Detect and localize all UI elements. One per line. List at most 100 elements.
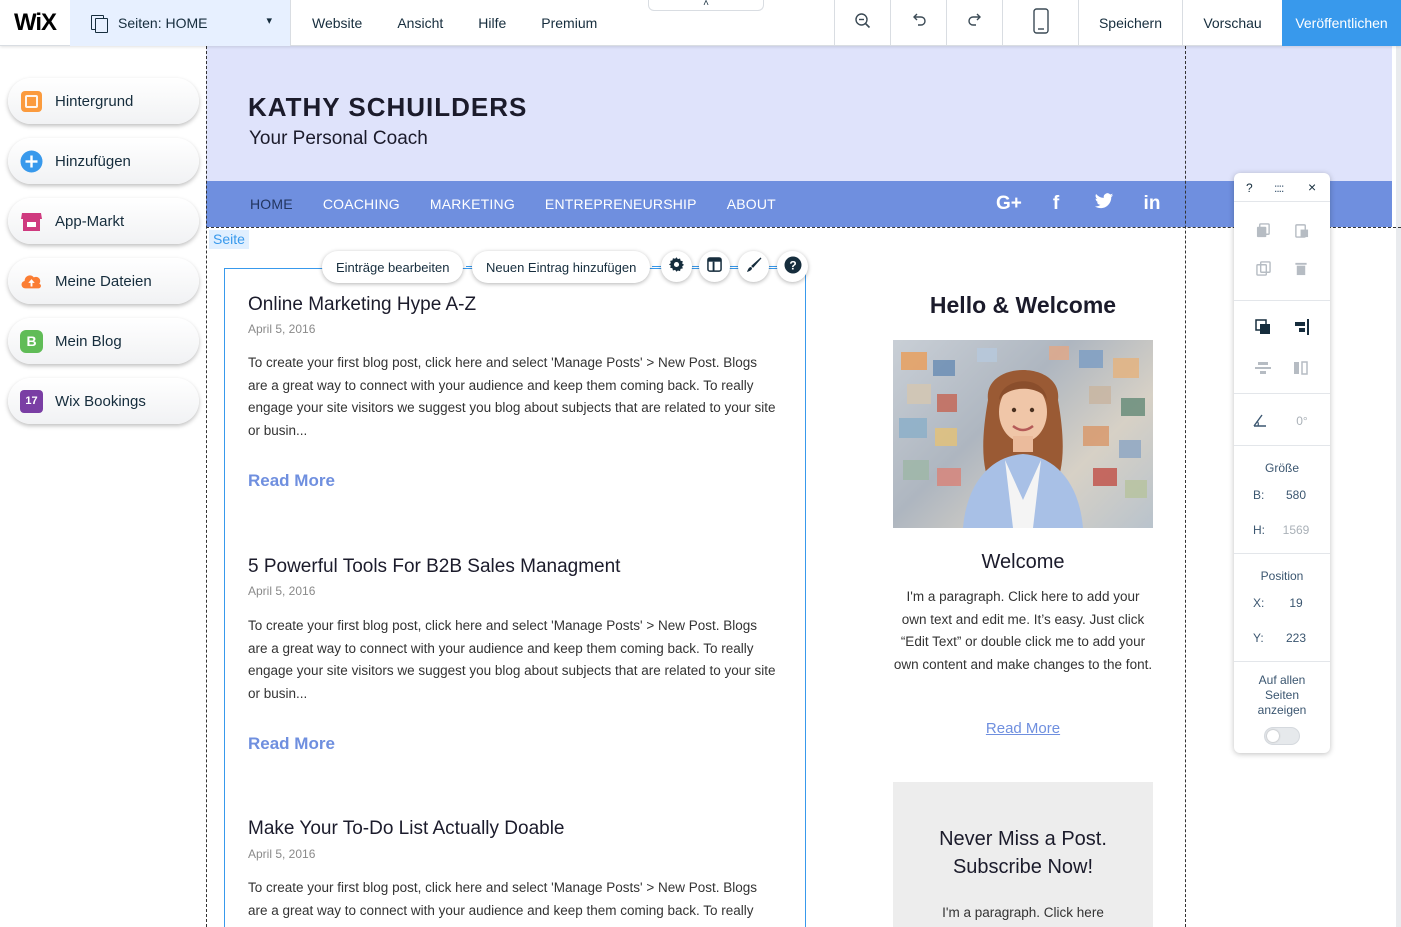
mobile-view-button[interactable] xyxy=(1002,0,1078,46)
zoom-out-icon xyxy=(854,12,872,35)
menu-premium[interactable]: Premium xyxy=(541,15,597,31)
my-files-label: Meine Dateien xyxy=(55,272,152,290)
wix-bookings-label: Wix Bookings xyxy=(55,392,146,410)
post-date: April 5, 2016 xyxy=(248,847,316,861)
help-button[interactable]: ? xyxy=(777,251,808,282)
welcome-subheading[interactable]: Welcome xyxy=(893,551,1153,574)
show-on-all-pages-line-2: Seiten xyxy=(1264,688,1300,702)
show-on-all-pages-line-3: anzeigen xyxy=(1257,703,1307,717)
paste-icon[interactable] xyxy=(1293,223,1309,239)
my-files-button[interactable]: Meine Dateien xyxy=(8,258,199,304)
preview-button[interactable]: Vorschau xyxy=(1182,0,1282,46)
zoom-out-button[interactable] xyxy=(834,0,890,46)
layout-button[interactable] xyxy=(699,251,730,282)
rotation-value[interactable]: 0° xyxy=(1285,414,1319,428)
pages-icon xyxy=(90,14,108,33)
arrange-icon[interactable] xyxy=(1255,319,1271,335)
menu-ansicht[interactable]: Ansicht xyxy=(397,15,443,31)
post-title[interactable]: 5 Powerful Tools For B2B Sales Managment xyxy=(248,556,620,578)
google-plus-icon[interactable]: G+ xyxy=(996,193,1022,215)
add-entry-button[interactable]: Neuen Eintrag hinzufügen xyxy=(472,251,651,283)
social-bar: G+ f in xyxy=(996,181,1188,227)
facebook-icon[interactable]: f xyxy=(1044,193,1068,215)
distribute-icon[interactable] xyxy=(1255,360,1271,376)
nav-coaching[interactable]: COACHING xyxy=(323,196,400,212)
post-title[interactable]: Make Your To-Do List Actually Doable xyxy=(248,818,565,840)
mobile-phone-icon xyxy=(1032,7,1049,39)
app-market-button[interactable]: App-Markt xyxy=(8,198,199,244)
store-icon xyxy=(20,210,43,233)
x-key: X: xyxy=(1253,596,1265,610)
twitter-icon[interactable] xyxy=(1092,192,1116,216)
nav-home[interactable]: HOME xyxy=(250,196,293,212)
design-button[interactable] xyxy=(738,251,769,282)
divider xyxy=(1234,300,1330,301)
site-title[interactable]: KATHY SCHUILDERS xyxy=(248,92,527,123)
duplicate-icon[interactable] xyxy=(1255,261,1271,277)
width-input[interactable]: 580 xyxy=(1279,488,1313,502)
edit-entries-button[interactable]: Einträge bearbeiten xyxy=(322,251,464,283)
nav-marketing[interactable]: MARKETING xyxy=(430,196,515,212)
canvas-scrollbar[interactable] xyxy=(1396,46,1401,927)
my-blog-label: Mein Blog xyxy=(55,332,122,350)
nav-entrepreneurship[interactable]: ENTREPRENEURSHIP xyxy=(545,196,697,212)
x-input[interactable]: 19 xyxy=(1279,596,1313,610)
height-input[interactable]: 1569 xyxy=(1279,523,1313,537)
show-on-all-pages-line-1: Auf allen xyxy=(1258,673,1306,687)
background-button[interactable]: Hintergrund xyxy=(8,78,199,124)
menu-hilfe[interactable]: Hilfe xyxy=(478,15,506,31)
subscribe-paragraph[interactable]: I'm a paragraph. Click here xyxy=(893,905,1153,920)
show-on-all-pages-toggle[interactable] xyxy=(1264,727,1300,745)
rotate-icon[interactable] xyxy=(1252,412,1268,428)
y-input[interactable]: 223 xyxy=(1279,631,1313,645)
match-size-icon[interactable] xyxy=(1293,360,1309,376)
undo-icon xyxy=(910,12,928,35)
publish-button[interactable]: Veröffentlichen xyxy=(1282,0,1401,46)
pages-dropdown[interactable]: Seiten: HOME ▾ xyxy=(70,0,291,46)
divider xyxy=(1234,393,1330,394)
gear-icon xyxy=(668,256,685,277)
site-subtitle[interactable]: Your Personal Coach xyxy=(249,128,428,150)
chevron-down-icon: ▾ xyxy=(266,15,272,27)
post-excerpt: To create your first blog post, click he… xyxy=(248,880,758,918)
post-read-more-link[interactable]: Read More xyxy=(248,471,335,491)
wix-logo[interactable]: WiX xyxy=(0,0,70,46)
help-icon[interactable]: ? xyxy=(1246,181,1253,195)
position-label: Position xyxy=(1260,569,1304,583)
divider xyxy=(1234,445,1330,446)
welcome-paragraph[interactable]: I'm a paragraph. Click here to add your … xyxy=(893,586,1153,676)
divider xyxy=(1234,201,1330,202)
copy-icon[interactable] xyxy=(1255,223,1271,239)
trash-icon[interactable] xyxy=(1293,261,1309,277)
plus-icon xyxy=(20,150,43,173)
welcome-read-more-link[interactable]: Read More xyxy=(893,720,1153,737)
site-nav: HOME COACHING MARKETING ENTREPRENEURSHIP… xyxy=(250,181,806,227)
header-bottom-guide xyxy=(206,227,1401,228)
align-icon[interactable] xyxy=(1293,319,1309,335)
post-excerpt: To create your first blog post, click he… xyxy=(248,355,776,438)
drag-handle-icon[interactable]: :::: xyxy=(1274,181,1284,195)
calendar-icon: 17 xyxy=(20,389,43,413)
page-section-tag[interactable]: Seite xyxy=(209,230,249,249)
add-button[interactable]: Hinzufügen xyxy=(8,138,199,184)
menu-website[interactable]: Website xyxy=(312,15,362,31)
undo-button[interactable] xyxy=(890,0,946,46)
wix-bookings-button[interactable]: 17 Wix Bookings xyxy=(8,378,199,424)
save-button[interactable]: Speichern xyxy=(1078,0,1182,46)
settings-button[interactable] xyxy=(661,251,692,282)
cloud-upload-icon xyxy=(20,270,43,293)
linkedin-icon[interactable]: in xyxy=(1140,193,1164,215)
post-read-more-link[interactable]: Read More xyxy=(248,734,335,754)
nav-about[interactable]: ABOUT xyxy=(727,196,776,212)
close-icon[interactable]: × xyxy=(1308,179,1316,195)
redo-button[interactable] xyxy=(946,0,1002,46)
subscribe-heading[interactable]: Never Miss a Post. Subscribe Now! xyxy=(893,825,1153,881)
size-label: Größe xyxy=(1264,461,1299,475)
coach-portrait-image[interactable] xyxy=(893,340,1153,528)
collapse-toolbar-tab[interactable]: ˄ xyxy=(648,0,764,11)
y-key: Y: xyxy=(1253,631,1264,645)
right-page-guide xyxy=(1185,46,1186,927)
post-title[interactable]: Online Marketing Hype A-Z xyxy=(248,294,476,316)
welcome-heading[interactable]: Hello & Welcome xyxy=(893,292,1153,319)
my-blog-button[interactable]: B Mein Blog xyxy=(8,318,199,364)
